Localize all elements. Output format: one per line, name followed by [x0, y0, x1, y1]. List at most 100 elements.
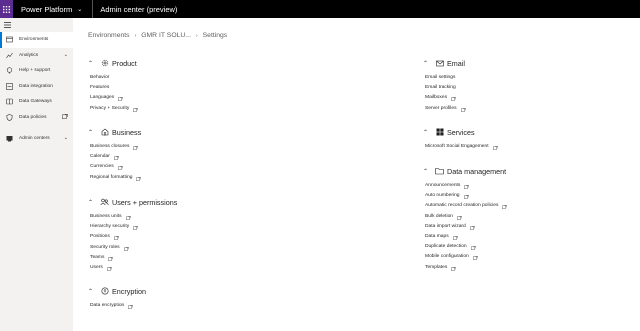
link-teams[interactable]: Teams [90, 253, 177, 263]
users-icon [100, 198, 109, 207]
section-header-users-permissions[interactable]: ⌃ Users + permissions [88, 196, 177, 208]
mail-icon [435, 59, 444, 68]
gear-icon [100, 59, 109, 68]
app-name: Admin center (preview) [100, 4, 178, 14]
link-mobile-configuration[interactable]: Mobile configuration [425, 252, 507, 262]
external-link-icon [117, 165, 123, 171]
sidebar-item-analytics[interactable]: Analytics ⌄ [0, 48, 73, 64]
breadcrumb-environment-name[interactable]: GMR IT SOLU... [141, 32, 191, 39]
link-calendar[interactable]: Calendar [90, 152, 141, 162]
external-link-icon [469, 225, 475, 230]
section-title: Services [447, 127, 475, 137]
section-email: ⌃ Email Email settings Email tracking Ma… [423, 57, 466, 114]
external-link-icon [502, 204, 508, 210]
external-link-icon [492, 145, 498, 151]
sidebar-item-admin-centers[interactable]: Admin centers ⌄ [0, 131, 73, 147]
link-server-profiles[interactable]: Server profiles [425, 104, 466, 114]
link-behavior[interactable]: Behavior [90, 73, 138, 83]
chevron-up-icon: ⌃ [88, 60, 94, 67]
windows-icon [435, 128, 444, 137]
sidebar-item-environments[interactable]: Environments [0, 32, 73, 48]
link-email-tracking[interactable]: Email tracking [425, 83, 466, 93]
section-header-email[interactable]: ⌃ Email [423, 57, 466, 69]
link-auto-numbering[interactable]: Auto numbering [425, 191, 507, 201]
external-link-icon [133, 145, 139, 151]
section-services: ⌃ Services Microsoft Social Engagement [423, 126, 498, 152]
chevron-up-icon: ⌃ [88, 199, 94, 206]
link-data-maps[interactable]: Data maps [425, 232, 507, 242]
link-templates[interactable]: Templates [425, 263, 507, 273]
section-title: Users + permissions [112, 197, 178, 207]
external-link-icon [113, 235, 119, 241]
link-users[interactable]: Users [90, 263, 177, 273]
section-encryption: ⌃ Encryption Data encryption [88, 285, 146, 311]
link-positions[interactable]: Positions [90, 232, 177, 242]
sidebar-item-label: Data policies [19, 114, 47, 120]
link-business-closures[interactable]: Business closures [90, 142, 141, 152]
chevron-up-icon: ⌃ [423, 168, 429, 175]
external-link-icon [457, 215, 462, 220]
section-title: Business [112, 127, 142, 137]
link-currencies[interactable]: Currencies [90, 162, 141, 172]
link-email-settings[interactable]: Email settings [425, 73, 466, 83]
chevron-right-icon: › [195, 32, 198, 39]
hamburger-icon[interactable] [0, 18, 73, 32]
link-privacy-security[interactable]: Privacy + Security [90, 104, 139, 114]
link-business-units[interactable]: Business units [90, 212, 177, 222]
admin-centers-icon [5, 135, 13, 143]
link-features[interactable]: Features [90, 83, 138, 93]
sidebar-item-help-support[interactable]: Help + support [0, 63, 73, 79]
lock-icon [100, 287, 109, 296]
section-header-services[interactable]: ⌃ Services [423, 126, 498, 138]
link-security-roles[interactable]: Security roles [90, 243, 177, 253]
waffle-icon[interactable] [0, 0, 13, 18]
section-header-encryption[interactable]: ⌃ Encryption [88, 285, 146, 297]
chevron-down-icon: ⌄ [77, 6, 83, 13]
section-users-permissions: ⌃ Users + permissions Business units Hie… [88, 196, 177, 273]
sidebar-item-data-policies[interactable]: Data policies [0, 110, 73, 126]
sidebar-item-label: Help + support [19, 68, 51, 74]
external-link-icon [136, 176, 142, 181]
link-announcements[interactable]: Announcements [425, 181, 507, 191]
external-link-icon [472, 255, 478, 261]
sidebar: Environments Analytics ⌄ Help + support … [0, 18, 73, 331]
sidebar-item-label: Data Gateways [19, 99, 52, 105]
section-business: ⌃ Business Business closures Calendar Cu… [88, 126, 142, 183]
chevron-down-icon: ⌄ [63, 51, 68, 58]
external-link-icon [118, 96, 124, 102]
external-link-icon [133, 225, 139, 231]
link-bulk-deletion[interactable]: Bulk deletion [425, 212, 507, 222]
section-title: Email [447, 58, 465, 68]
section-product: ⌃ Product Behavior Features Languages Pr… [88, 57, 139, 114]
section-header-business[interactable]: ⌃ Business [88, 126, 141, 138]
section-header-product[interactable]: ⌃ Product [88, 57, 138, 69]
environment-icon [5, 36, 13, 44]
chevron-up-icon: ⌃ [423, 60, 429, 67]
link-regional-formatting[interactable]: Regional formatting [90, 173, 142, 183]
chart-icon [5, 51, 13, 59]
sidebar-item-label: Admin centers [19, 136, 50, 142]
chevron-right-icon: › [134, 32, 137, 39]
link-microsoft-social-engagement[interactable]: Microsoft Social Engagement [425, 142, 498, 152]
breadcrumb-environments[interactable]: Environments [88, 32, 130, 39]
sidebar-item-data-gateways[interactable]: Data Gateways [0, 94, 73, 110]
link-mailboxes[interactable]: Mailboxes [425, 93, 466, 103]
link-duplicate-detection[interactable]: Duplicate detection [425, 242, 507, 252]
divider [92, 0, 94, 18]
link-languages[interactable]: Languages [90, 93, 138, 103]
link-hierarchy-security[interactable]: Hierarchy security [90, 222, 177, 232]
folder-icon [435, 167, 444, 176]
help-icon [5, 67, 13, 75]
external-link-icon [133, 107, 139, 112]
link-automatic-record-creation-policies[interactable]: Automatic record creation policies [425, 201, 508, 211]
link-data-encryption[interactable]: Data encryption [90, 301, 146, 311]
section-header-data-management[interactable]: ⌃ Data management [423, 165, 507, 177]
product-switcher[interactable]: Power Platform ⌄ [21, 5, 82, 14]
data-integration-icon [5, 82, 13, 90]
link-data-import-wizard[interactable]: Data import wizard [425, 222, 507, 232]
breadcrumb: Environments › GMR IT SOLU... › Settings [88, 32, 227, 39]
sidebar-item-data-integration[interactable]: Data integration [0, 79, 73, 95]
external-link-icon [460, 107, 466, 112]
external-link-icon [463, 194, 469, 200]
breadcrumb-settings: Settings [202, 32, 228, 39]
